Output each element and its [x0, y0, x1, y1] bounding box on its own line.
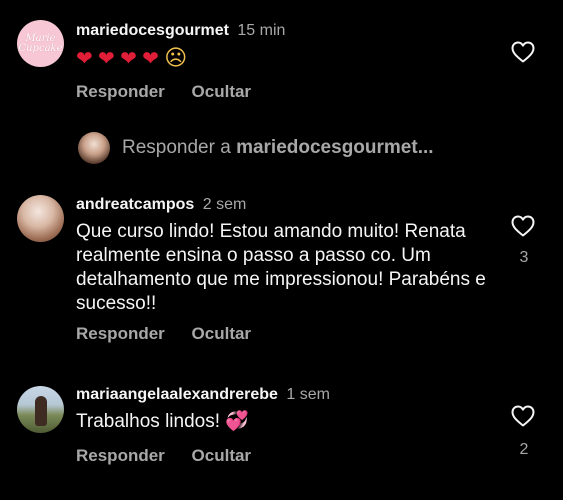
comment-text-body: Trabalhos lindos! [76, 411, 220, 432]
comment-text: ❤ ❤ ❤ ❤ ☹ [76, 46, 486, 72]
comment-header: mariaangelaalexandrerebe 1 sem [76, 386, 330, 404]
comment-actions: Responder Ocultar [76, 446, 251, 466]
username[interactable]: mariedocesgourmet [76, 22, 229, 39]
red-heart-emoji: ❤ [76, 48, 93, 70]
like-count[interactable]: 3 [514, 249, 534, 267]
hide-button[interactable]: Ocultar [192, 446, 252, 465]
avatar[interactable] [17, 195, 64, 242]
comment-text: Trabalhos lindos! 💞 [76, 410, 486, 434]
comment-actions: Responder Ocultar [76, 324, 251, 344]
red-heart-emoji: ❤ [142, 48, 159, 70]
reply-button[interactable]: Responder [76, 82, 165, 101]
timestamp: 2 sem [202, 196, 247, 213]
avatar[interactable]: Marie Cupcake [17, 20, 64, 67]
avatar-logo: Marie Cupcake [18, 32, 63, 54]
revolving-hearts-emoji: 💞 [225, 411, 249, 432]
username[interactable]: mariaangelaalexandrerebe [76, 386, 278, 403]
reply-prompt-text[interactable]: Responder a mariedocesgourmet... [122, 137, 434, 159]
reply-button[interactable]: Responder [76, 324, 165, 343]
frowning-face-emoji: ☹ [164, 45, 188, 70]
avatar [78, 132, 110, 164]
comment-header: andreatcampos 2 sem [76, 196, 246, 214]
heart-outline-icon[interactable] [511, 215, 535, 237]
comment-header: mariedocesgourmet 15 min [76, 22, 285, 40]
heart-outline-icon[interactable] [511, 41, 535, 63]
reply-prompt-prefix: Responder a [122, 137, 231, 158]
timestamp: 15 min [237, 22, 286, 39]
timestamp: 1 sem [286, 386, 330, 403]
comment-text: Que curso lindo! Estou amando muito! Ren… [76, 221, 486, 314]
like-count[interactable]: 2 [514, 441, 534, 459]
heart-outline-icon[interactable] [511, 405, 535, 427]
avatar-figure [35, 396, 47, 426]
red-heart-emoji: ❤ [120, 48, 137, 70]
hide-button[interactable]: Ocultar [192, 324, 252, 343]
red-heart-emoji: ❤ [98, 48, 115, 70]
hide-button[interactable]: Ocultar [192, 82, 252, 101]
comment-actions: Responder Ocultar [76, 82, 251, 102]
avatar[interactable] [17, 386, 64, 433]
username[interactable]: andreatcampos [76, 196, 194, 213]
reply-prompt[interactable]: Responder a mariedocesgourmet... [78, 131, 498, 165]
reply-prompt-target: mariedocesgourmet... [236, 137, 434, 158]
reply-button[interactable]: Responder [76, 446, 165, 465]
